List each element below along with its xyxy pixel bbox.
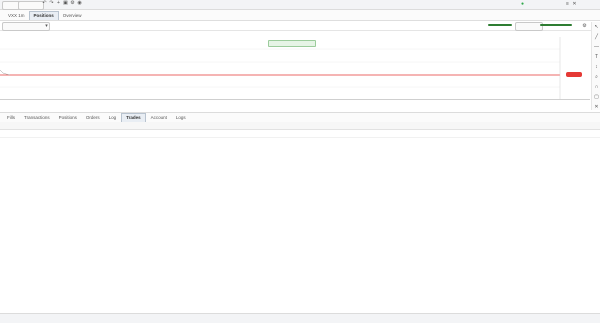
secondary-button[interactable] [18,1,44,10]
timeframe-select[interactable] [515,22,543,31]
tab-transactions[interactable]: Transactions [20,114,54,122]
instrument-dropdown[interactable] [2,22,50,31]
table-header-row [0,122,600,130]
price-chart[interactable] [0,37,590,100]
table-cell [18,129,138,138]
table-cell [0,129,18,138]
table-cell [476,129,516,138]
last-price-badge [268,40,316,47]
tab-overview[interactable]: Overview [59,12,86,20]
zoom-icon[interactable]: ⌕ [594,74,599,80]
table-cell [576,129,600,138]
undo-icon[interactable]: ↶ [42,0,47,6]
horizontal-line-icon[interactable]: ― [594,44,599,50]
price-spike [0,69,11,76]
column-header[interactable] [18,122,138,130]
tab-positions-panel[interactable]: Positions [55,114,81,122]
tab-fills[interactable]: Fills [3,114,19,122]
speed-slider[interactable] [540,24,572,26]
magnet-icon[interactable]: ∩ [594,84,599,90]
top-toolbar: ↶ ↷ + ▣ ⚙ ◉ ● ≡ ✕ [0,0,600,10]
table-cell [138,129,186,138]
measure-icon[interactable]: ↕ [594,64,599,70]
tab-account[interactable]: Account [147,114,171,122]
lock-icon[interactable]: ▢ [594,94,599,100]
alert-icon[interactable]: ● [520,1,525,7]
chevron-down-icon[interactable]: ▾ [44,23,49,29]
trendline-icon[interactable]: ╱ [594,34,599,40]
tab-bar: VXX 1m Positions Overview [0,10,600,21]
column-header[interactable] [396,122,476,130]
tab-chart[interactable]: VXX 1m [4,12,29,20]
column-header[interactable] [226,122,264,130]
tab-positions[interactable]: Positions [28,11,59,20]
text-icon[interactable]: T [594,54,599,60]
sub-toolbar: ▾ ⚙ [0,21,600,31]
column-header[interactable] [516,122,546,130]
settings-gear-icon[interactable]: ⚙ [582,23,587,29]
save-icon[interactable]: ▣ [63,0,68,6]
table-cell [396,129,476,138]
table-row[interactable] [0,129,600,138]
column-header[interactable] [0,122,18,130]
table-cell [264,129,326,138]
menu-icon[interactable]: ≡ [565,1,570,7]
column-header[interactable] [186,122,226,130]
progress-bar [488,24,512,26]
table-cell [186,129,226,138]
trades-table-container[interactable] [0,122,600,312]
column-header[interactable] [546,122,576,130]
tab-orders[interactable]: Orders [82,114,104,122]
price-axis-badge [566,72,582,77]
crosshair-icon[interactable]: + [56,0,61,6]
tab-logs[interactable]: Logs [172,114,190,122]
settings-icon[interactable]: ⚙ [70,0,75,6]
cursor-icon[interactable]: ↖ [594,24,599,30]
drawing-toolbar: ↖ ╱ ― T ↕ ⌕ ∩ ▢ ✕ [591,22,600,110]
column-header[interactable] [476,122,516,130]
tab-log[interactable]: Log [105,114,121,122]
close-icon[interactable]: ✕ [572,1,577,7]
table-cell [546,129,576,138]
table-cell [326,129,396,138]
table-cell [516,129,546,138]
tab-trades[interactable]: Trades [121,113,146,122]
column-header[interactable] [576,122,600,130]
trades-table [0,122,600,138]
camera-icon[interactable]: ◉ [77,0,82,6]
trash-icon[interactable]: ✕ [594,104,599,110]
column-header[interactable] [326,122,396,130]
redo-icon[interactable]: ↷ [49,0,54,6]
column-header[interactable] [264,122,326,130]
table-cell [226,129,264,138]
column-header[interactable] [138,122,186,130]
